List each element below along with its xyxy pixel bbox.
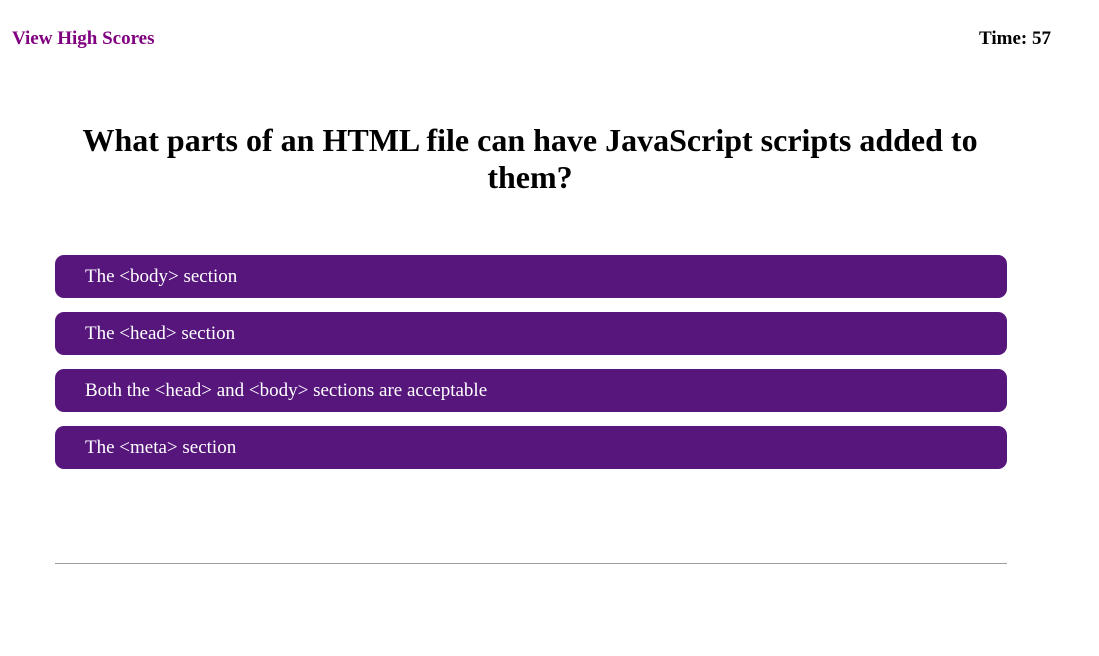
view-high-scores-link[interactable]: View High Scores [12, 27, 155, 51]
answer-button-1[interactable]: The <body> section [55, 255, 1007, 298]
question-title: What parts of an HTML file can have Java… [82, 122, 978, 195]
timer: Time: 57 [979, 27, 1051, 51]
quiz-page: View High Scores Time: 57 What parts of … [0, 0, 1099, 656]
timer-value: 57 [1032, 28, 1051, 49]
answer-button-2[interactable]: The <head> section [55, 312, 1007, 355]
result-divider [55, 563, 1007, 564]
answer-button-4[interactable]: The <meta> section [55, 426, 1007, 469]
timer-label: Time: [979, 28, 1028, 49]
answer-button-3[interactable]: Both the <head> and <body> sections are … [55, 369, 1007, 412]
answer-list: The <body> section The <head> section Bo… [55, 255, 1007, 483]
